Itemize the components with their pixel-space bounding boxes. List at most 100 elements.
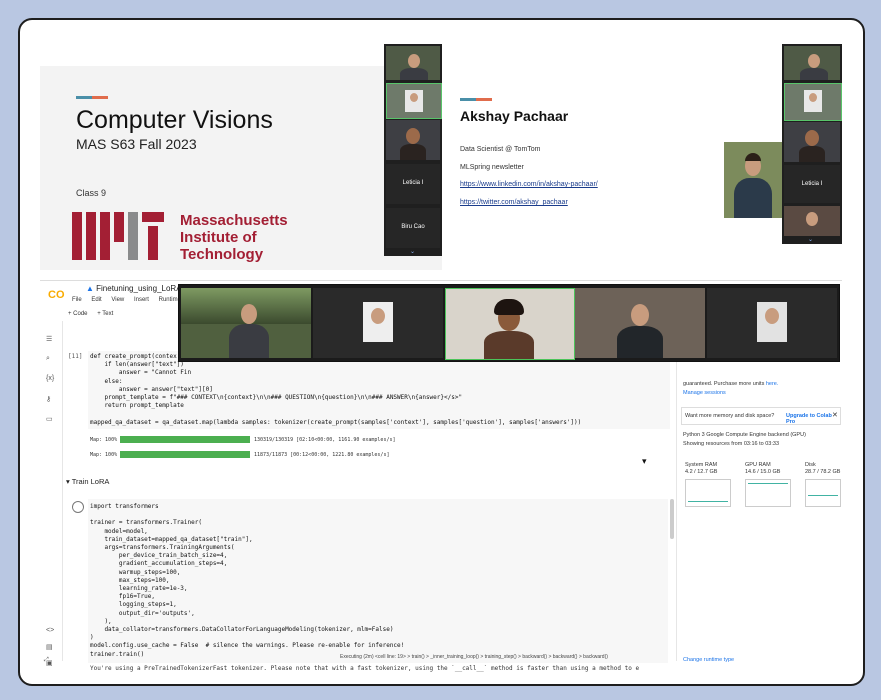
speaker-newsletter: MLSpring newsletter bbox=[460, 164, 524, 171]
code-cell-1-source[interactable]: def create_prompt(contex if len(answer["… bbox=[90, 353, 581, 427]
code-line: ) bbox=[90, 634, 94, 642]
mouse-cursor-icon: ▾ bbox=[642, 456, 647, 466]
system-ram-chart bbox=[685, 479, 731, 507]
add-code-button[interactable]: + Code bbox=[68, 311, 88, 317]
drive-icon: ▲ bbox=[86, 284, 97, 293]
secrets-key-icon[interactable]: ⚷ bbox=[46, 395, 51, 403]
code-line: model=model, bbox=[90, 527, 148, 535]
participant-tile-biru[interactable]: Biru Cao bbox=[386, 208, 440, 248]
participant-video[interactable] bbox=[386, 46, 440, 80]
search-icon[interactable]: ⌕ bbox=[46, 355, 50, 363]
purchase-link[interactable]: here. bbox=[766, 381, 779, 387]
colab-logo-icon[interactable]: CO bbox=[48, 289, 65, 301]
gauge-label: GPU RAM bbox=[745, 462, 771, 468]
status-bar: Executing (2m) <cell line: 19> > train()… bbox=[340, 654, 608, 660]
resource-window: Showing resources from 03:16 to 03:33 bbox=[683, 441, 780, 447]
twitter-link[interactable]: https://twitter.com/akshay_pachaar bbox=[460, 199, 568, 206]
participant-video[interactable] bbox=[386, 83, 442, 119]
progress-label: Map: 100% bbox=[90, 437, 118, 443]
add-buttons: + Code + Text bbox=[68, 311, 113, 317]
code-line: warmup_steps=100, bbox=[90, 568, 181, 576]
participant-video[interactable] bbox=[784, 206, 840, 236]
cell-output: You're using a PreTrainedTokenizerFast t… bbox=[90, 665, 640, 672]
participant-video[interactable] bbox=[784, 122, 840, 162]
progress-bar bbox=[120, 451, 250, 458]
toc-icon[interactable]: ☰ bbox=[46, 335, 52, 343]
code-cell-2-source[interactable]: import transformers trainer = transforme… bbox=[90, 503, 404, 659]
participant-video-active-speaker[interactable] bbox=[445, 288, 575, 360]
chevron-down-icon[interactable]: ⌄ bbox=[410, 248, 415, 255]
accent-bar bbox=[460, 98, 492, 101]
menu-edit[interactable]: Edit bbox=[91, 297, 101, 303]
code-line: answer = answer["text"][0] bbox=[90, 385, 213, 393]
code-line: logging_steps=1, bbox=[90, 601, 177, 609]
code-line: if len(answer["text"]) bbox=[90, 361, 184, 369]
code-line: return prompt_template bbox=[90, 402, 184, 410]
scrollbar-thumb[interactable] bbox=[670, 499, 674, 539]
code-line: mapped_qa_dataset = qa_dataset.map(lambd… bbox=[90, 418, 582, 426]
code-line: else: bbox=[90, 377, 123, 385]
section-heading[interactable]: ▾ Train LoRA bbox=[66, 477, 109, 486]
code-snippets-icon[interactable]: <> bbox=[46, 627, 54, 634]
code-line: model.config.use_cache = False # silence… bbox=[90, 642, 405, 650]
participant-tile-leticia[interactable]: Leticia I bbox=[784, 165, 840, 203]
disk-chart bbox=[805, 479, 841, 507]
participant-video[interactable] bbox=[181, 288, 311, 358]
left-sidebar: ☰ ⌕ {x} ⚷ ▭ <> ▤ ▣ bbox=[40, 321, 63, 667]
slide-subtitle: MAS S63 Fall 2023 bbox=[76, 136, 197, 152]
close-icon[interactable]: ✕ bbox=[832, 411, 838, 419]
code-line: prompt_template = f"### CONTEXT\n{contex… bbox=[90, 394, 463, 402]
participant-video[interactable] bbox=[313, 288, 443, 358]
quota-text: guaranteed. Purchase more units bbox=[683, 381, 765, 387]
accent-bar bbox=[76, 96, 108, 99]
files-folder-icon[interactable]: ▭ bbox=[46, 415, 53, 423]
slide-title: Computer Visions bbox=[76, 106, 273, 134]
speaker-name: Akshay Pachaar bbox=[460, 108, 569, 124]
variables-icon[interactable]: {x} bbox=[46, 375, 54, 382]
gauge-label: Disk bbox=[805, 462, 816, 468]
menu-file[interactable]: File bbox=[72, 297, 82, 303]
mit-logo-icon bbox=[72, 212, 164, 260]
slide-mit: Computer Visions MAS S63 Fall 2023 Class… bbox=[40, 66, 442, 270]
add-text-button[interactable]: + Text bbox=[97, 311, 113, 317]
code-line: per_device_train_batch_size=4, bbox=[90, 552, 228, 560]
linkedin-link[interactable]: https://www.linkedin.com/in/akshay-pacha… bbox=[460, 181, 598, 188]
manage-sessions-link[interactable]: Manage sessions bbox=[683, 390, 726, 396]
participant-column-left: Leticia I Biru Cao ⌄ bbox=[384, 44, 442, 256]
code-line: train_dataset=mapped_qa_dataset["train"]… bbox=[90, 535, 253, 543]
running-spinner-icon[interactable] bbox=[72, 501, 84, 513]
expand-icon[interactable]: ⤢ bbox=[44, 657, 49, 664]
gpu-ram-chart bbox=[745, 479, 791, 507]
resources-panel: guaranteed. Purchase more units here. Ma… bbox=[676, 321, 843, 663]
code-line: data_collator=transformers.DataCollatorF… bbox=[90, 626, 394, 634]
upgrade-prompt: Want more memory and disk space? bbox=[685, 413, 775, 419]
code-line: output_dir='outputs', bbox=[90, 609, 195, 617]
participant-video[interactable] bbox=[575, 288, 705, 358]
progress-info: 130319/130319 [02:10<00:00, 1161.90 exam… bbox=[254, 437, 396, 443]
chevron-down-icon[interactable]: ⌄ bbox=[808, 236, 813, 243]
code-line: learning_rate=1e-3, bbox=[90, 585, 188, 593]
participant-tile-leticia[interactable]: Leticia I bbox=[386, 164, 440, 204]
notebook-title[interactable]: ▲ Finetuning_using_LoRA_bl bbox=[86, 284, 192, 293]
cell-execution-count: [11] bbox=[68, 353, 83, 360]
command-palette-icon[interactable]: ▤ bbox=[46, 643, 53, 651]
video-strip bbox=[178, 284, 840, 362]
participant-video[interactable] bbox=[784, 46, 840, 80]
participant-video[interactable] bbox=[784, 83, 842, 121]
progress-bar bbox=[120, 436, 250, 443]
menu-view[interactable]: View bbox=[111, 297, 124, 303]
slide-class: Class 9 bbox=[76, 188, 107, 198]
participant-video[interactable] bbox=[707, 288, 837, 358]
menu-insert[interactable]: Insert bbox=[134, 297, 149, 303]
speaker-photo bbox=[724, 142, 782, 218]
code-line: args=transformers.TrainingArguments( bbox=[90, 544, 235, 552]
presentation-frame: Computer Visions MAS S63 Fall 2023 Class… bbox=[18, 18, 865, 686]
participant-video[interactable] bbox=[386, 120, 440, 160]
code-line: fp16=True, bbox=[90, 593, 156, 601]
code-line: max_steps=100, bbox=[90, 576, 170, 584]
progress-label: Map: 100% bbox=[90, 452, 118, 458]
code-line: ), bbox=[90, 617, 112, 625]
change-runtime-link[interactable]: Change runtime type bbox=[683, 657, 734, 663]
code-line: import transformers bbox=[90, 503, 159, 510]
